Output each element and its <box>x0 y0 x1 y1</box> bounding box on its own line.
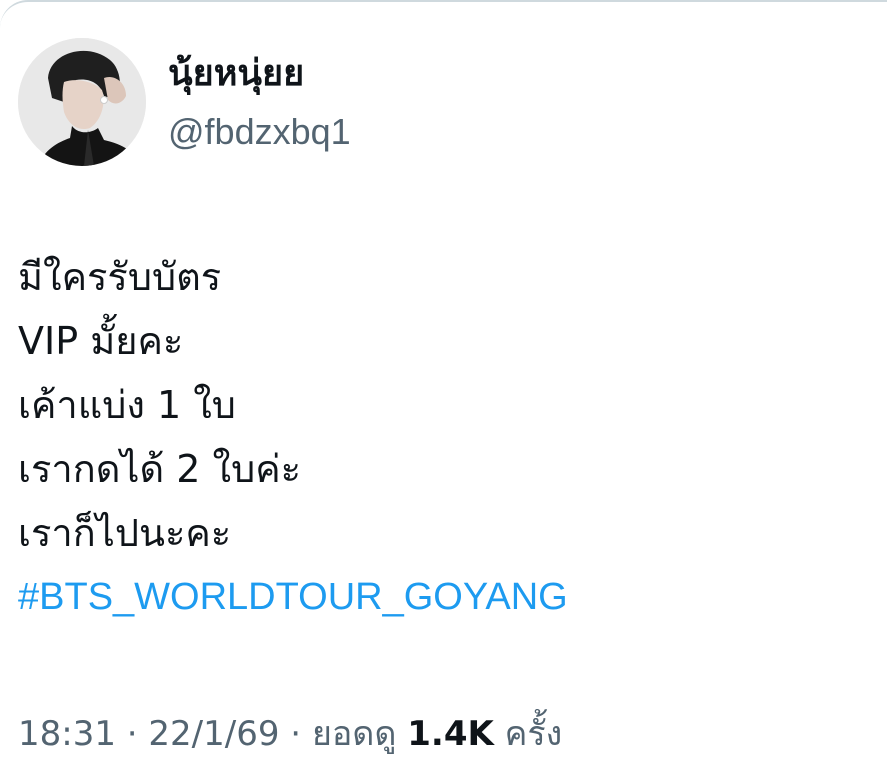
tweet-body: มีใครรับบัตร VIP มั้ยคะ เค้าแบ่ง 1 ใบ เร… <box>18 245 868 629</box>
hashtag-link[interactable]: #BTS_WORLDTOUR_GOYANG <box>18 565 868 629</box>
views-count: 1.4K <box>407 714 494 754</box>
tweet-meta: 18:31 · 22/1/69 · ยอดดู 1.4K ครั้ง <box>18 710 562 758</box>
views-suffix: ครั้ง <box>504 714 563 754</box>
tweet-date[interactable]: 22/1/69 <box>148 714 279 754</box>
tweet-card: นุ้ยหนุ่ยย @fbdzxbq1 มีใครรับบัตร VIP มั… <box>0 0 887 770</box>
tweet-time[interactable]: 18:31 <box>18 714 116 754</box>
views-label: ยอดดู <box>311 714 397 754</box>
meta-separator: · <box>115 714 149 754</box>
avatar[interactable] <box>18 38 146 166</box>
author-handle[interactable]: @fbdzxbq1 <box>168 110 351 154</box>
author-display-name[interactable]: นุ้ยหนุ่ยย <box>168 50 304 98</box>
tweet-line: เราก็ไปนะคะ <box>18 511 232 555</box>
tweet-line: มีใครรับบัตร <box>18 255 222 299</box>
tweet-line: เรากดได้ 2 ใบค่ะ <box>18 447 302 491</box>
tweet-line: เค้าแบ่ง 1 ใบ <box>18 383 236 427</box>
avatar-image <box>18 38 146 166</box>
meta-separator: · <box>279 714 312 754</box>
tweet-line: VIP มั้ยคะ <box>18 319 184 363</box>
